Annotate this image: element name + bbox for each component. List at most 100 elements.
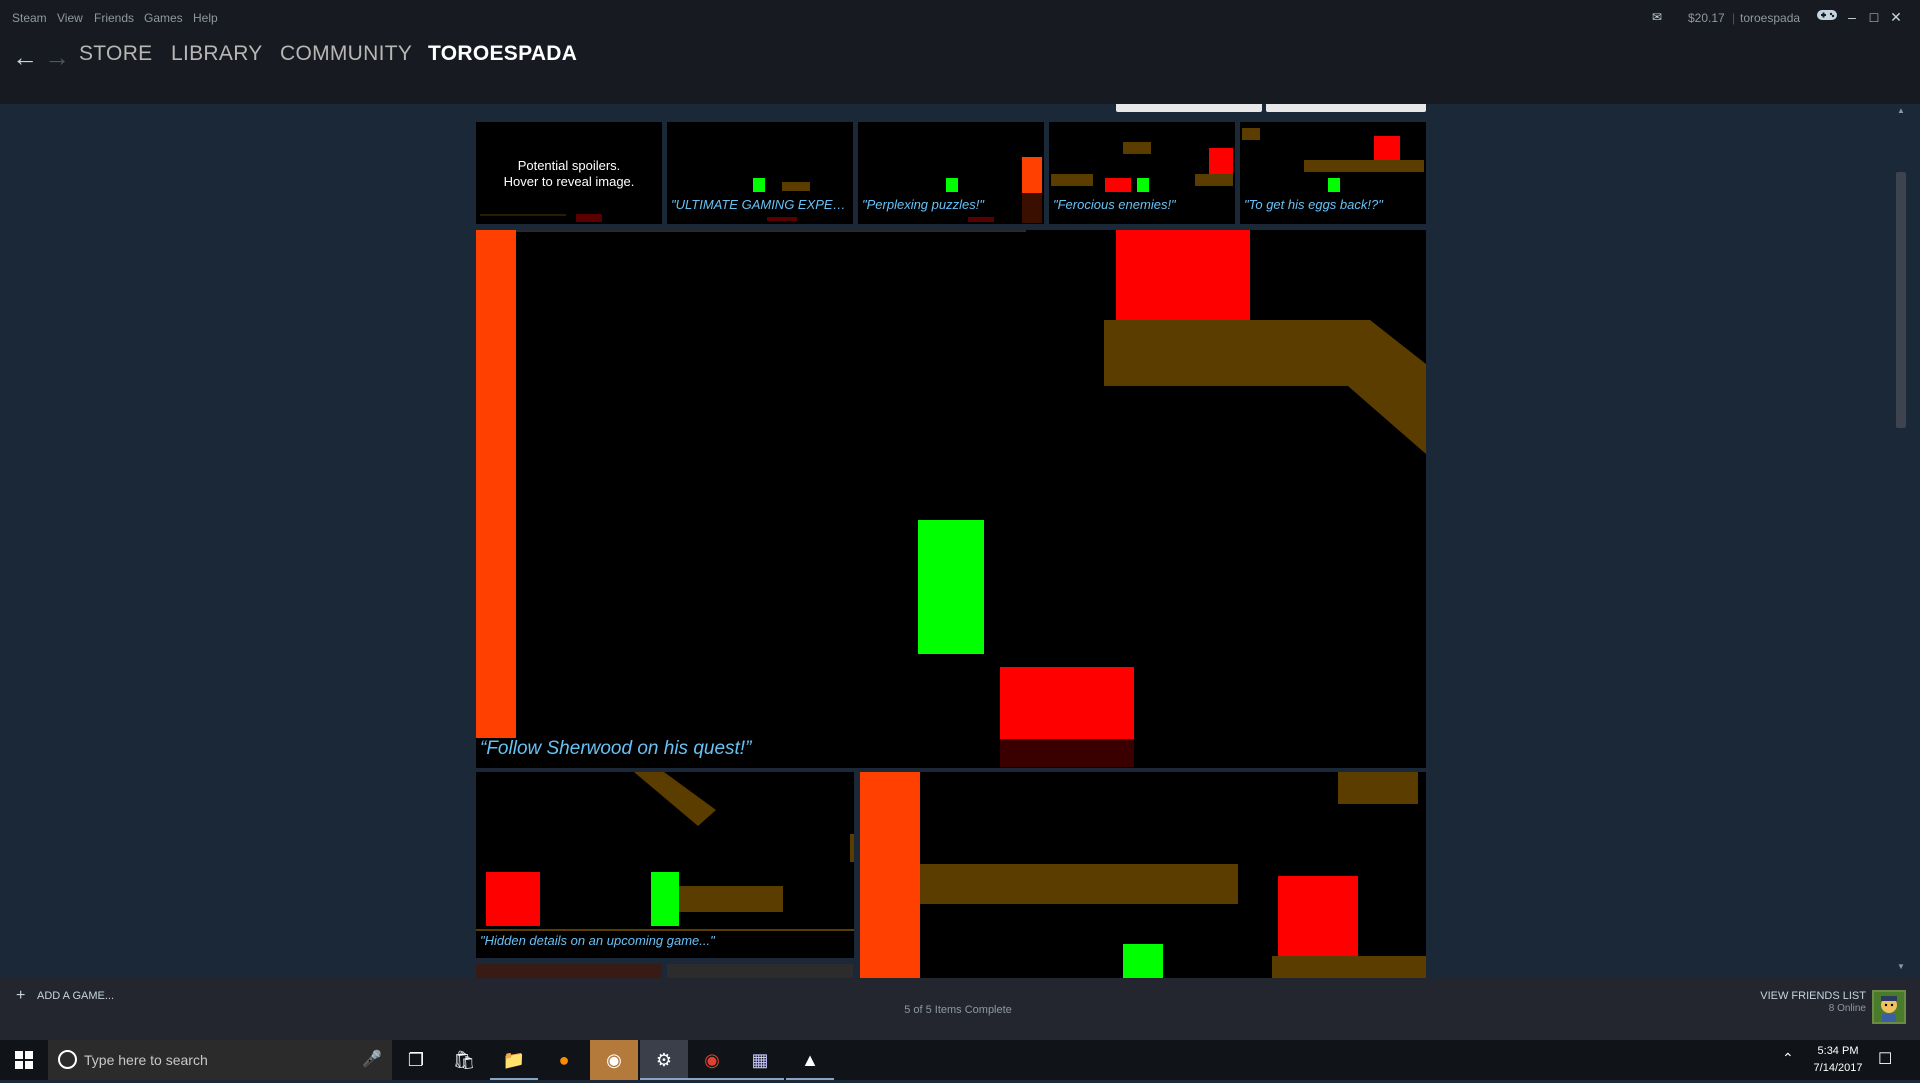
- caption-hidden-details: "Hidden details on an upcoming game...": [480, 933, 715, 948]
- red-block: [576, 214, 602, 222]
- caption-ferocious-enemies: "Ferocious enemies!": [1053, 197, 1176, 212]
- menu-separator: |: [1732, 11, 1736, 25]
- taskbar-search-box[interactable]: Type here to search 🎤: [48, 1040, 392, 1080]
- filter-dropdown[interactable]: [1116, 104, 1262, 112]
- caption-ultimate-gaming: "ULTIMATE GAMING EXPE…: [671, 197, 846, 212]
- platform-block: [1051, 174, 1093, 186]
- tab-community[interactable]: COMMUNITY: [280, 42, 412, 66]
- platform-block: [920, 864, 1238, 904]
- tab-toroespada[interactable]: TOROESPADA: [428, 42, 577, 66]
- scrollbar[interactable]: ▲ ▼: [1894, 106, 1908, 978]
- player-block: [1328, 178, 1340, 192]
- edge-block: [850, 834, 854, 862]
- scroll-down-icon[interactable]: ▼: [1897, 962, 1905, 976]
- notification-icon[interactable]: ✉: [1647, 7, 1667, 27]
- enemy-block: [1209, 148, 1233, 174]
- windows-start-icon[interactable]: [0, 1040, 48, 1080]
- tray-chevron-up-icon[interactable]: ⌃: [1782, 1050, 1794, 1067]
- menu-steam[interactable]: Steam: [12, 11, 47, 25]
- enemy-block: [1374, 136, 1400, 160]
- screenshot-large[interactable]: “Follow Sherwood on his quest!”: [476, 230, 1426, 768]
- platform-block: [782, 182, 810, 191]
- menu-help[interactable]: Help: [193, 11, 218, 25]
- firefox-icon[interactable]: ●: [540, 1040, 588, 1080]
- enemy-block: [1000, 667, 1134, 739]
- floor-line: [480, 214, 566, 216]
- scroll-up-icon[interactable]: ▲: [1897, 106, 1905, 120]
- player-block: [918, 520, 984, 654]
- screenshot-thumb-5[interactable]: "To get his eggs back!?": [1240, 122, 1426, 224]
- player-block: [946, 178, 958, 192]
- screenshot-gallery: Potential spoilers. Hover to reveal imag…: [10, 104, 1910, 978]
- wall-block: [860, 772, 920, 978]
- enemy-block: [1105, 178, 1131, 192]
- menu-friends[interactable]: Friends: [94, 11, 134, 25]
- enemy-shadow: [1000, 739, 1134, 767]
- discord-icon[interactable]: ◉: [590, 1040, 638, 1080]
- clock-time[interactable]: 5:34 PM: [1808, 1045, 1868, 1057]
- wall-block: [1022, 157, 1042, 193]
- caption-perplexing-puzzles: "Perplexing puzzles!": [862, 197, 984, 212]
- menu-view[interactable]: View: [57, 11, 83, 25]
- wall-block: [476, 230, 516, 738]
- scroll-thumb[interactable]: [1896, 172, 1906, 428]
- chrome-icon[interactable]: ◉: [688, 1040, 736, 1080]
- username[interactable]: toroespada: [1740, 11, 1800, 25]
- screenshot-thumb-7[interactable]: [860, 772, 1426, 978]
- enemy-block: [1278, 876, 1358, 956]
- forward-arrow-icon[interactable]: →: [44, 42, 70, 73]
- sort-dropdown[interactable]: [1266, 104, 1426, 112]
- wallet-balance[interactable]: $20.17: [1688, 11, 1725, 25]
- platform-block: [1242, 128, 1260, 140]
- screenshot-thumb-2[interactable]: "ULTIMATE GAMING EXPE…: [667, 122, 853, 224]
- close-icon[interactable]: ✕: [1886, 7, 1906, 27]
- spoiler-text-line2: Hover to reveal image.: [503, 174, 635, 189]
- maximize-icon[interactable]: □: [1864, 7, 1884, 27]
- big-picture-gamepad-icon[interactable]: [1816, 7, 1838, 27]
- enemy-block: [1116, 230, 1250, 322]
- screenshot-thumb-spoiler[interactable]: Potential spoilers. Hover to reveal imag…: [476, 122, 662, 224]
- cortana-circle-icon: [58, 1050, 77, 1069]
- unity-icon[interactable]: ▲: [786, 1040, 834, 1080]
- tab-store[interactable]: STORE: [79, 42, 152, 66]
- file-explorer-icon[interactable]: 📁: [490, 1040, 538, 1080]
- steam-icon[interactable]: ⚙: [640, 1040, 688, 1080]
- tab-library[interactable]: LIBRARY: [171, 42, 263, 66]
- screenshot-thumb-9[interactable]: [667, 964, 853, 978]
- ceiling-line: [516, 230, 1026, 232]
- platform-block: [1195, 174, 1233, 186]
- platform-block: [1304, 160, 1424, 172]
- wall-shadow: [1022, 193, 1042, 223]
- plus-icon[interactable]: +: [16, 987, 25, 1005]
- view-friends-list-button[interactable]: VIEW FRIENDS LIST: [1730, 990, 1866, 1002]
- app-icon[interactable]: ▦: [736, 1040, 784, 1080]
- microphone-icon[interactable]: 🎤: [362, 1049, 382, 1069]
- red-block: [968, 217, 994, 222]
- minimize-icon[interactable]: –: [1842, 7, 1862, 27]
- action-center-icon[interactable]: ☐: [1878, 1049, 1892, 1069]
- clock-date[interactable]: 7/14/2017: [1808, 1062, 1868, 1074]
- avatar[interactable]: [1872, 990, 1906, 1024]
- task-view-icon[interactable]: ❐: [392, 1040, 440, 1080]
- screenshot-thumb-3[interactable]: "Perplexing puzzles!": [858, 122, 1044, 224]
- player-block: [1137, 178, 1149, 192]
- caption-eggs-back: "To get his eggs back!?": [1244, 197, 1383, 212]
- platform-block: [1272, 956, 1426, 978]
- menu-bar: Steam View Friends Games Help ✉ $20.17 |…: [0, 0, 1920, 34]
- store-icon[interactable]: 🛍: [440, 1040, 488, 1080]
- caption-follow-sherwood: “Follow Sherwood on his quest!”: [480, 738, 752, 759]
- friends-online-count: 8 Online: [1828, 1003, 1866, 1014]
- download-status[interactable]: 5 of 5 Items Complete: [0, 1004, 1916, 1016]
- screenshot-thumb-8[interactable]: [476, 964, 662, 978]
- screenshot-thumb-4[interactable]: "Ferocious enemies!": [1049, 122, 1235, 224]
- nav-bar: ← → STORE LIBRARY COMMUNITY TOROESPADA: [0, 34, 1920, 104]
- enemy-block: [486, 872, 540, 926]
- windows-taskbar: Type here to search 🎤 ❐ 🛍 📁 ● ◉ ⚙ ◉ ▦ ▲ …: [0, 1040, 1920, 1080]
- add-game-button[interactable]: ADD A GAME...: [37, 990, 114, 1002]
- player-block: [1123, 944, 1163, 978]
- screenshot-thumb-6[interactable]: "Hidden details on an upcoming game...": [476, 772, 854, 958]
- spoiler-text-line1: Potential spoilers.: [517, 158, 621, 173]
- menu-games[interactable]: Games: [144, 11, 183, 25]
- back-arrow-icon[interactable]: ←: [12, 42, 38, 73]
- platform-block: [679, 886, 783, 912]
